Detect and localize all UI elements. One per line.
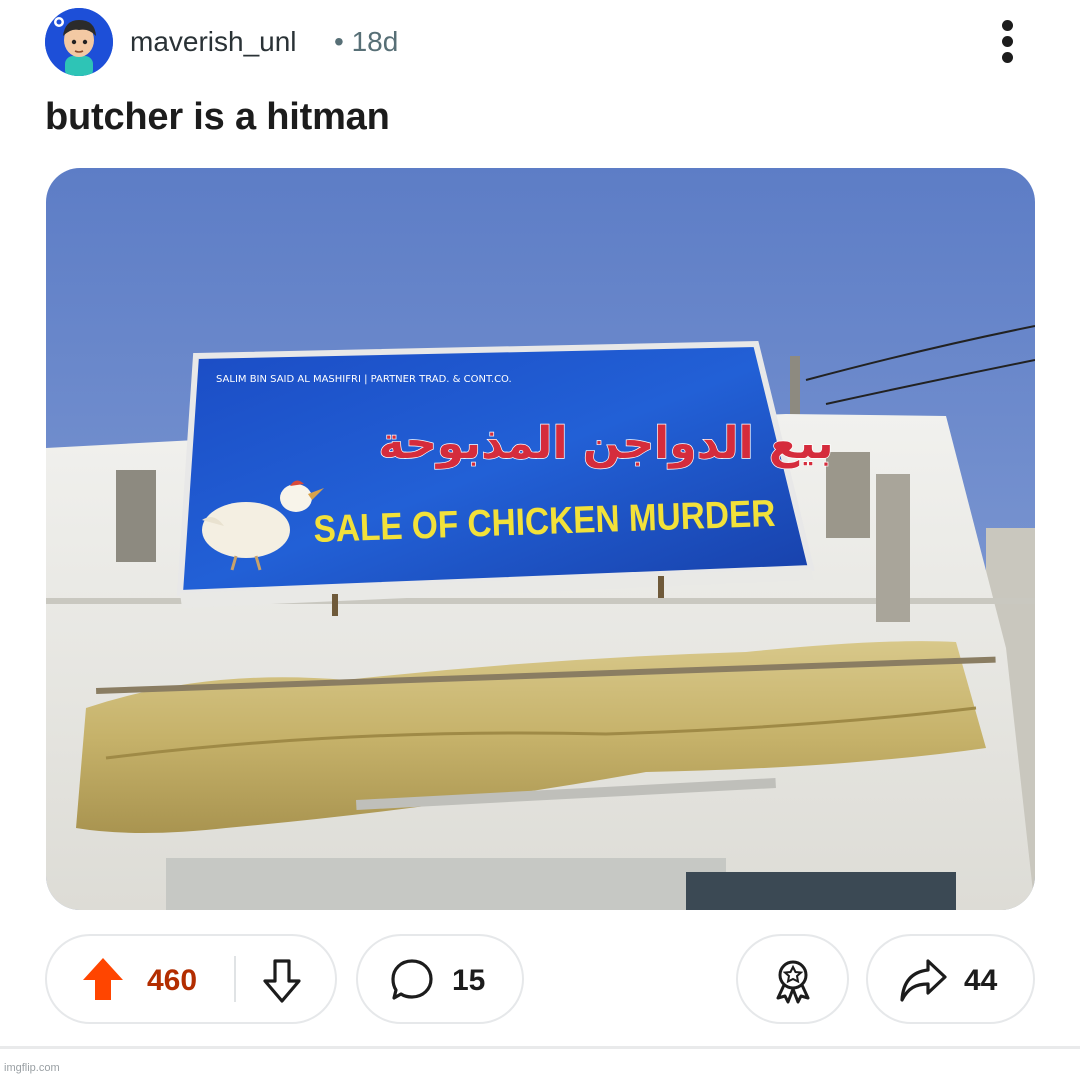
post-title[interactable]: butcher is a hitman: [45, 96, 390, 139]
share-button[interactable]: 44: [866, 934, 1035, 1024]
post-image[interactable]: SALIM BIN SAID AL MASHIFRI | PARTNER TRA…: [46, 168, 1035, 910]
sign-arabic-text: بيع الدواجن المذبوحة: [379, 418, 834, 469]
vote-group: 460: [45, 934, 337, 1024]
downvote-arrow-icon[interactable]: [261, 958, 303, 1009]
upvote-arrow-icon[interactable]: [81, 956, 125, 1007]
user-avatar[interactable]: [45, 8, 113, 76]
watermark: imgflip.com: [4, 1062, 60, 1074]
vote-divider: [234, 956, 236, 1002]
comment-count: 15: [452, 964, 486, 997]
post-card: maverish_unl • 18d butcher is a hitman S…: [0, 0, 1080, 1078]
comment-bubble-icon: [390, 958, 434, 1007]
footer-divider: [0, 1046, 1080, 1049]
comments-button[interactable]: 15: [356, 934, 524, 1024]
post-header: maverish_unl • 18d: [0, 0, 1080, 84]
award-icon: [772, 958, 814, 1009]
sign-top-line: SALIM BIN SAID AL MASHIFRI | PARTNER TRA…: [216, 374, 512, 385]
share-arrow-icon: [898, 956, 948, 1009]
award-button[interactable]: [736, 934, 849, 1024]
username[interactable]: maverish_unl: [130, 26, 297, 58]
post-age: • 18d: [334, 26, 399, 57]
share-count: 44: [964, 964, 998, 997]
kebab-menu-icon[interactable]: [990, 14, 1024, 68]
upvote-count: 460: [147, 964, 198, 997]
